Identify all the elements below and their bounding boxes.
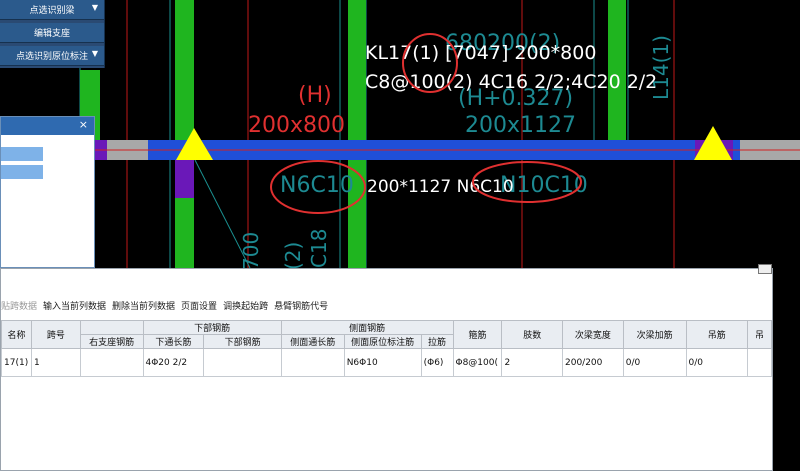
cell-bottom-through[interactable]: 4Φ20 2/2: [142, 348, 205, 377]
col-header-right-support: 右支座钢筋: [79, 334, 144, 349]
col-header-hanger-2: 吊: [747, 320, 772, 349]
col-header-hanger: 吊筋: [685, 320, 749, 349]
table-header-row: 名称 跨号 下部钢筋 侧面钢筋 箍筋 肢数 次梁宽度 次梁加筋 吊筋 吊: [1, 320, 772, 349]
col-header-sec-beam-width: 次梁宽度: [562, 320, 624, 349]
chevron-down-icon[interactable]: ▼: [92, 49, 98, 58]
col-header-side-in-situ: 侧面原位标注筋: [343, 334, 422, 349]
label-200x1127: 200x1127: [465, 113, 576, 138]
menu-paste-span-data[interactable]: 贴跨数据: [1, 299, 37, 315]
floating-panel: ×: [0, 116, 95, 268]
cell-right-support[interactable]: [79, 348, 144, 377]
cell-side-through[interactable]: [280, 348, 345, 377]
cell-stirrup[interactable]: Φ8@100(: [452, 348, 503, 377]
identify-in-situ-label-button[interactable]: 点选识别原位标注 ▼: [0, 46, 104, 66]
col-header-bottom-through: 下通长筋: [142, 334, 205, 349]
label-200x800: 200x800: [248, 113, 345, 138]
identify-in-situ-label: 点选识别原位标注: [15, 52, 88, 62]
label-h: (H): [298, 83, 332, 108]
span-data-window: 贴跨数据 输入当前列数据 删除当前列数据 页面设置 调换起始跨 悬臂钢筋代号 名…: [0, 264, 773, 471]
menu-swap-start-span[interactable]: 调换起始跨: [223, 299, 268, 315]
label-700: 700: [239, 232, 263, 270]
data-menubar: 贴跨数据 输入当前列数据 删除当前列数据 页面设置 调换起始跨 悬臂钢筋代号: [1, 299, 328, 315]
cell-sec-beam-add[interactable]: 0/0: [622, 348, 687, 377]
window-control-icon[interactable]: [758, 264, 772, 274]
col-header-name: 名称: [1, 320, 32, 349]
recognition-toolbar: 点选识别梁 ▼ 编辑支座 点选识别原位标注 ▼: [0, 0, 105, 68]
menu-input-column-data[interactable]: 输入当前列数据: [43, 299, 106, 315]
col-header-span: 跨号: [30, 320, 81, 349]
menu-delete-column-data[interactable]: 删除当前列数据: [112, 299, 175, 315]
menu-cantilever-rebar-code[interactable]: 悬臂钢筋代号: [274, 299, 328, 315]
menu-page-setup[interactable]: 页面设置: [181, 299, 217, 315]
cell-hanger-2[interactable]: [747, 348, 772, 377]
label-n6c10-left: N6C10: [280, 173, 354, 198]
label-c2: (2): [281, 242, 305, 270]
span-data-table: 名称 跨号 下部钢筋 侧面钢筋 箍筋 肢数 次梁宽度 次梁加筋 吊筋 吊 右支座…: [1, 320, 772, 377]
panel-list-item[interactable]: [1, 165, 43, 179]
edit-support-label: 编辑支座: [33, 29, 70, 39]
identify-beam-label: 点选识别梁: [29, 6, 75, 16]
cell-legs[interactable]: 2: [501, 348, 563, 377]
panel-list-item[interactable]: [1, 147, 43, 161]
cell-name[interactable]: 17(1): [1, 348, 32, 377]
cell-span[interactable]: 1: [30, 348, 81, 377]
col-header-side-rebar: 侧面钢筋: [280, 320, 454, 335]
cell-tie[interactable]: (Φ6): [420, 348, 454, 377]
panel-titlebar[interactable]: ×: [1, 117, 94, 135]
col-header-tie: 拉筋: [420, 334, 454, 349]
close-icon[interactable]: ×: [79, 118, 88, 131]
cell-hanger[interactable]: 0/0: [685, 348, 749, 377]
beam-label-line1: KL17(1) [7047] 200*800: [365, 42, 596, 64]
cell-sec-beam-width[interactable]: 200/200: [562, 348, 624, 377]
col-header-side-through: 侧面通长筋: [280, 334, 345, 349]
table-row[interactable]: 17(1) 1 4Φ20 2/2 N6Φ10 (Φ6) Φ8@100( 2 20…: [1, 348, 772, 377]
col-header-sec-beam-add: 次梁加筋: [622, 320, 687, 349]
chevron-down-icon[interactable]: ▼: [92, 3, 98, 12]
label-c18: C18: [307, 229, 331, 268]
cell-bottom-rebar[interactable]: [203, 348, 282, 377]
col-header-stirrup: 箍筋: [452, 320, 503, 349]
cell-side-in-situ[interactable]: N6Φ10: [343, 348, 422, 377]
col-header-bottom-rebar: 下部钢筋: [142, 320, 282, 335]
beam-label-line3: 200*1127 N6C10: [367, 177, 514, 197]
col-header-blank: [79, 320, 144, 335]
identify-beam-button[interactable]: 点选识别梁 ▼: [0, 0, 104, 20]
edit-support-button[interactable]: 编辑支座: [0, 23, 104, 43]
col-header-bottom-local: 下部钢筋: [203, 334, 282, 349]
col-header-legs: 肢数: [501, 320, 563, 349]
